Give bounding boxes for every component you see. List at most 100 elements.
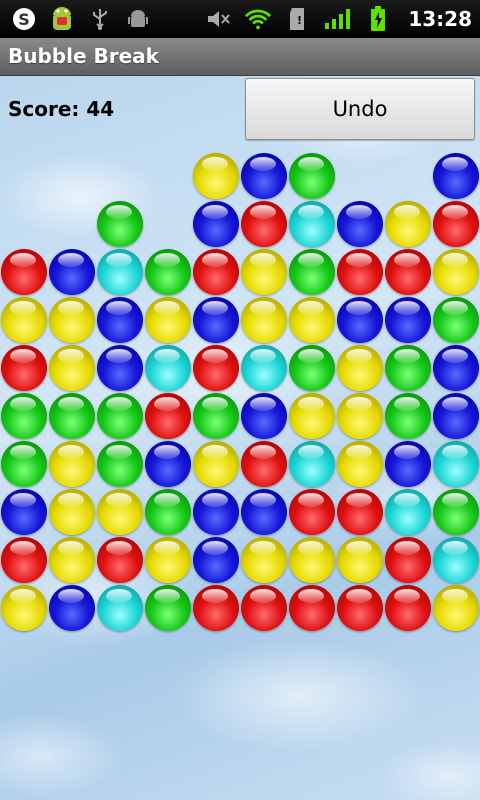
bubble-cell[interactable]: [240, 488, 288, 536]
yellow-bubble[interactable]: [289, 393, 335, 439]
cyan-bubble[interactable]: [97, 585, 143, 631]
bubble-cell[interactable]: [144, 488, 192, 536]
bubble-cell[interactable]: [144, 536, 192, 584]
bubble-cell[interactable]: [192, 344, 240, 392]
bubble-cell[interactable]: [96, 440, 144, 488]
yellow-bubble[interactable]: [97, 489, 143, 535]
bubble-cell[interactable]: [336, 488, 384, 536]
bubble-cell[interactable]: [144, 584, 192, 632]
green-bubble[interactable]: [193, 393, 239, 439]
red-bubble[interactable]: [433, 201, 479, 247]
bubble-cell[interactable]: [192, 440, 240, 488]
yellow-bubble[interactable]: [289, 537, 335, 583]
bubble-cell[interactable]: [0, 248, 48, 296]
bubble-cell[interactable]: [0, 584, 48, 632]
bubble-cell[interactable]: [144, 392, 192, 440]
bubble-cell[interactable]: [192, 296, 240, 344]
yellow-bubble[interactable]: [1, 297, 47, 343]
bubble-cell[interactable]: [192, 584, 240, 632]
bubble-cell[interactable]: [336, 248, 384, 296]
yellow-bubble[interactable]: [1, 585, 47, 631]
blue-bubble[interactable]: [241, 393, 287, 439]
bubble-cell[interactable]: [384, 344, 432, 392]
bubble-cell[interactable]: [240, 152, 288, 200]
green-bubble[interactable]: [289, 249, 335, 295]
bubble-cell[interactable]: [48, 296, 96, 344]
bubble-cell[interactable]: [288, 152, 336, 200]
bubble-cell[interactable]: [384, 248, 432, 296]
yellow-bubble[interactable]: [385, 201, 431, 247]
green-bubble[interactable]: [433, 297, 479, 343]
yellow-bubble[interactable]: [241, 297, 287, 343]
bubble-cell[interactable]: [48, 536, 96, 584]
bubble-cell[interactable]: [288, 296, 336, 344]
blue-bubble[interactable]: [385, 297, 431, 343]
bubble-cell[interactable]: [432, 488, 480, 536]
bubble-cell[interactable]: [432, 200, 480, 248]
green-bubble[interactable]: [289, 345, 335, 391]
red-bubble[interactable]: [1, 537, 47, 583]
bubble-cell[interactable]: [144, 296, 192, 344]
green-bubble[interactable]: [1, 393, 47, 439]
cyan-bubble[interactable]: [289, 441, 335, 487]
bubble-cell[interactable]: [432, 536, 480, 584]
bubble-cell[interactable]: [336, 440, 384, 488]
red-bubble[interactable]: [97, 537, 143, 583]
blue-bubble[interactable]: [337, 201, 383, 247]
bubble-cell[interactable]: [432, 296, 480, 344]
yellow-bubble[interactable]: [145, 297, 191, 343]
bubble-cell[interactable]: [96, 296, 144, 344]
yellow-bubble[interactable]: [145, 537, 191, 583]
yellow-bubble[interactable]: [49, 297, 95, 343]
bubble-cell[interactable]: [0, 440, 48, 488]
red-bubble[interactable]: [385, 537, 431, 583]
bubble-cell[interactable]: [0, 296, 48, 344]
bubble-cell[interactable]: [432, 584, 480, 632]
blue-bubble[interactable]: [49, 249, 95, 295]
red-bubble[interactable]: [337, 585, 383, 631]
blue-bubble[interactable]: [1, 489, 47, 535]
yellow-bubble[interactable]: [289, 297, 335, 343]
bubble-cell[interactable]: [288, 584, 336, 632]
red-bubble[interactable]: [1, 249, 47, 295]
red-bubble[interactable]: [193, 345, 239, 391]
green-bubble[interactable]: [385, 393, 431, 439]
blue-bubble[interactable]: [97, 345, 143, 391]
bubble-cell[interactable]: [288, 536, 336, 584]
bubble-cell[interactable]: [192, 488, 240, 536]
cyan-bubble[interactable]: [97, 249, 143, 295]
green-bubble[interactable]: [97, 393, 143, 439]
bubble-cell[interactable]: [192, 248, 240, 296]
blue-bubble[interactable]: [433, 393, 479, 439]
red-bubble[interactable]: [241, 201, 287, 247]
bubble-cell[interactable]: [0, 344, 48, 392]
green-bubble[interactable]: [145, 489, 191, 535]
bubble-cell[interactable]: [432, 392, 480, 440]
blue-bubble[interactable]: [193, 201, 239, 247]
red-bubble[interactable]: [241, 441, 287, 487]
blue-bubble[interactable]: [433, 345, 479, 391]
yellow-bubble[interactable]: [49, 537, 95, 583]
red-bubble[interactable]: [193, 249, 239, 295]
bubble-cell[interactable]: [48, 248, 96, 296]
bubble-cell[interactable]: [240, 200, 288, 248]
bubble-cell[interactable]: [96, 248, 144, 296]
bubble-cell[interactable]: [192, 152, 240, 200]
bubble-cell[interactable]: [384, 584, 432, 632]
bubble-cell[interactable]: [240, 440, 288, 488]
bubble-cell[interactable]: [240, 248, 288, 296]
green-bubble[interactable]: [289, 153, 335, 199]
bubble-cell[interactable]: [144, 248, 192, 296]
undo-button[interactable]: Undo: [245, 78, 475, 140]
bubble-cell[interactable]: [144, 440, 192, 488]
blue-bubble[interactable]: [193, 537, 239, 583]
blue-bubble[interactable]: [433, 153, 479, 199]
green-bubble[interactable]: [145, 585, 191, 631]
red-bubble[interactable]: [337, 489, 383, 535]
blue-bubble[interactable]: [193, 297, 239, 343]
blue-bubble[interactable]: [193, 489, 239, 535]
yellow-bubble[interactable]: [49, 345, 95, 391]
bubble-cell[interactable]: [96, 392, 144, 440]
cyan-bubble[interactable]: [241, 345, 287, 391]
blue-bubble[interactable]: [241, 153, 287, 199]
